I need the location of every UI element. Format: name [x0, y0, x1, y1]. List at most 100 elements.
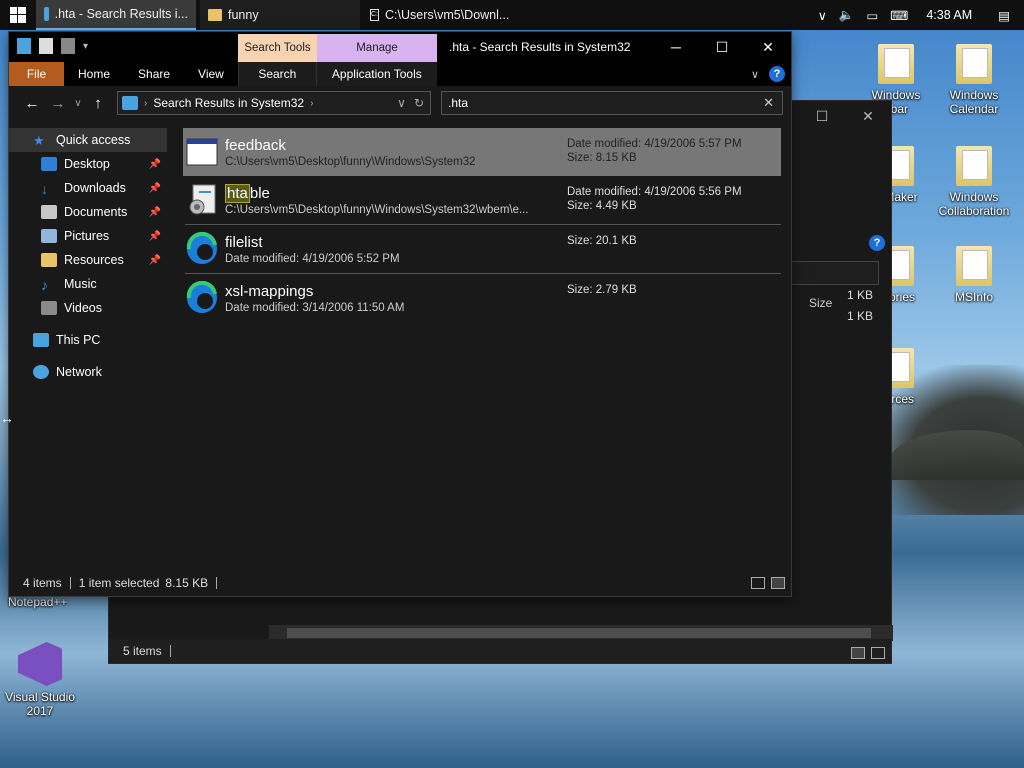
chevron-right-icon[interactable]: › — [310, 98, 313, 109]
file-name: feedback — [225, 136, 286, 154]
explorer-window[interactable]: ▾ Search Tools Manage .hta - Search Resu… — [8, 31, 792, 597]
taskbar-item-console[interactable]: C: C:\Users\vm5\Downl... — [362, 0, 512, 30]
tab-view[interactable]: View — [184, 62, 238, 86]
sidebar-item-music[interactable]: ♪ Music — [9, 272, 167, 296]
file-path: C:\Users\vm5\Desktop\funny\Windows\Syste… — [225, 155, 476, 168]
forward-button[interactable]: → — [45, 91, 71, 115]
status-divider — [169, 645, 171, 657]
sidebar-item-label: This PC — [56, 333, 101, 347]
ime-icon[interactable]: ⌨ — [890, 8, 908, 23]
sidebar-item-videos[interactable]: Videos — [9, 296, 167, 320]
sidebar-item-network[interactable]: Network — [9, 360, 167, 384]
chevron-up-icon[interactable]: ∨ — [818, 8, 827, 23]
taskbar-item-search-results[interactable]: .hta - Search Results i... — [36, 0, 196, 30]
refresh-icon[interactable]: ↻ — [414, 96, 424, 110]
breadcrumb[interactable]: Search Results in System32 — [153, 96, 304, 110]
properties-icon[interactable] — [39, 38, 53, 54]
tab-home[interactable]: Home — [64, 62, 124, 86]
up-button[interactable]: ↑ — [85, 91, 111, 115]
context-tab-search-tools: Search Tools — [238, 34, 317, 62]
desktop-icon-notepadpp[interactable]: Notepad++ — [0, 595, 80, 609]
pin-icon[interactable]: 📌 — [149, 159, 161, 170]
close-button[interactable]: ✕ — [745, 32, 791, 62]
notifications-icon[interactable]: ▤ — [998, 8, 1010, 23]
help-icon[interactable]: ? — [769, 66, 785, 82]
close-button[interactable]: ✕ — [845, 101, 891, 131]
desktop-icon-msinfo[interactable]: MSInfo — [934, 246, 1014, 304]
list-item[interactable]: filelist Date modified: 4/19/2006 5:52 P… — [183, 225, 781, 273]
expand-ribbon-icon[interactable]: ∨ — [751, 68, 759, 81]
sidebar-item-downloads[interactable]: ↓ Downloads 📌 — [9, 176, 167, 200]
help-icon[interactable]: ? — [869, 235, 885, 251]
pc-icon — [33, 333, 49, 347]
desktop-icon-windows-collaboration[interactable]: Windows Collaboration — [934, 146, 1014, 218]
details-view-icon[interactable] — [851, 647, 865, 659]
minimize-button[interactable]: ─ — [653, 32, 699, 62]
details-view-icon[interactable] — [751, 577, 765, 589]
recent-locations-button[interactable]: ∨ — [71, 91, 85, 115]
column-header-size[interactable]: Size — [809, 296, 832, 310]
new-folder-icon[interactable] — [61, 38, 75, 54]
status-item-count: 5 items — [123, 644, 162, 658]
clear-search-icon[interactable]: ✕ — [763, 95, 782, 111]
tab-application-tools[interactable]: Application Tools — [316, 62, 437, 86]
desktop-icon-windows-calendar[interactable]: Windows Calendar — [934, 44, 1014, 116]
pin-icon[interactable]: 📌 — [149, 207, 161, 218]
file-size: 1 KB — [846, 288, 873, 302]
file-name: xsl-mappings — [225, 282, 314, 300]
settings-file-icon — [189, 184, 216, 215]
chevron-right-icon[interactable]: › — [144, 98, 147, 109]
pin-icon[interactable]: 📌 — [149, 183, 161, 194]
search-input[interactable]: .hta ✕ — [441, 91, 783, 115]
volume-icon[interactable]: 🔈 — [839, 8, 855, 23]
sidebar-item-label: Quick access — [56, 133, 131, 147]
tab-search[interactable]: Search — [237, 62, 317, 86]
music-icon: ♪ — [41, 277, 48, 293]
customize-toolbar-icon[interactable]: ▾ — [83, 41, 88, 52]
tiles-view-icon[interactable] — [771, 577, 785, 589]
start-button[interactable] — [0, 0, 36, 30]
large-icons-view-icon[interactable] — [871, 647, 885, 659]
file-date: Date modified: 4/19/2006 5:57 PM — [567, 138, 742, 150]
pin-icon[interactable]: 📌 — [149, 231, 161, 242]
chevron-down-icon[interactable]: ∨ — [397, 96, 406, 110]
taskbar-item-label: funny — [228, 8, 259, 22]
list-item[interactable]: xsl-mappings Date modified: 3/14/2006 11… — [183, 274, 781, 322]
maximize-button[interactable]: ☐ — [699, 32, 745, 62]
desktop-icon-visual-studio[interactable]: Visual Studio 2017 — [0, 642, 80, 718]
desktop-icon-label: Windows Calendar — [949, 88, 999, 116]
search-query[interactable]: .hta — [448, 96, 468, 110]
file-path: C:\Users\vm5\Desktop\funny\Windows\Syste… — [225, 203, 529, 216]
taskbar-item-label: .hta - Search Results i... — [54, 7, 188, 21]
file-size: Size: 2.79 KB — [567, 284, 637, 296]
sidebar-item-this-pc[interactable]: This PC — [9, 328, 167, 352]
file-size: Size: 20.1 KB — [567, 235, 637, 247]
file-size: 1 KB — [846, 309, 873, 323]
search-highlight: hta — [225, 183, 250, 203]
network-icon[interactable]: ▭ — [866, 8, 878, 23]
list-item[interactable]: hta ble C:\Users\vm5\Desktop\funny\Window… — [183, 176, 781, 224]
taskbar-item-funny[interactable]: funny — [200, 0, 360, 30]
clock[interactable]: 4:38 AM — [926, 8, 972, 22]
sidebar-item-desktop[interactable]: Desktop 📌 — [9, 152, 167, 176]
file-date: Date modified: 3/14/2006 11:50 AM — [225, 301, 405, 314]
maximize-button[interactable]: ☐ — [799, 101, 845, 131]
title-bar[interactable]: ▾ Search Tools Manage .hta - Search Resu… — [9, 32, 791, 62]
address-bar[interactable]: › Search Results in System32 › ∨ ↻ — [117, 91, 431, 115]
sidebar-item-documents[interactable]: Documents 📌 — [9, 200, 167, 224]
list-item[interactable]: feedback C:\Users\vm5\Desktop\funny\Wind… — [183, 128, 781, 176]
sidebar-item-resources[interactable]: Resources 📌 — [9, 248, 167, 272]
edge-icon — [186, 232, 217, 264]
pin-icon[interactable]: 📌 — [149, 255, 161, 266]
status-selection: 1 item selected — [78, 576, 160, 590]
search-input[interactable] — [779, 261, 879, 285]
scrollbar-thumb[interactable] — [287, 628, 871, 638]
tab-file[interactable]: File — [9, 62, 64, 86]
sidebar-item-pictures[interactable]: Pictures 📌 — [9, 224, 167, 248]
back-button[interactable]: ← — [19, 91, 45, 115]
window-file-icon — [186, 138, 218, 166]
sidebar-item-quick-access[interactable]: ★ Quick access — [9, 128, 167, 152]
documents-icon — [41, 205, 57, 219]
tab-share[interactable]: Share — [124, 62, 184, 86]
